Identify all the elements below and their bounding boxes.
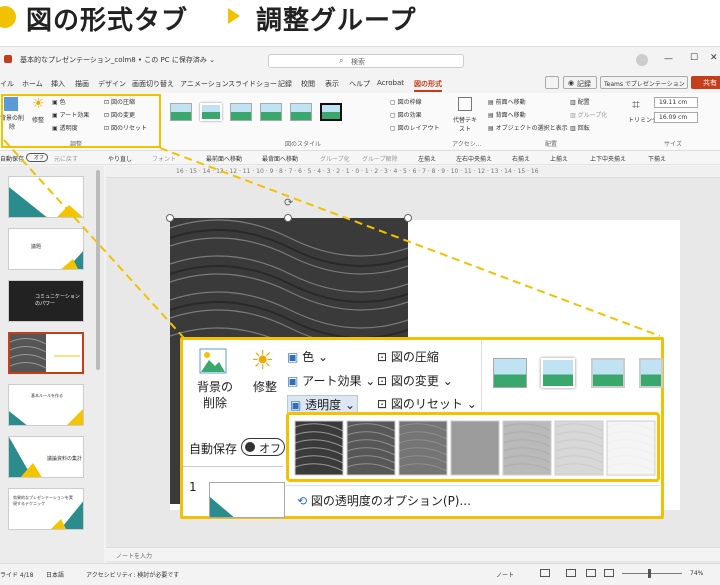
transparency-swatch[interactable] [346,420,396,476]
reset-label: 図のリセット [390,397,463,411]
transparency-icon: ▣ [290,398,302,412]
slide-number: 1 [189,480,197,494]
zoomed-adjust-group-callout: 背景の 削除 ☀ 修整 ▣ 色 ⌄ ▣ アート効果 ⌄ ▣ 透明度 ⌄ ⊡ 図の… [180,337,664,519]
transparency-options-label: 図の透明度のオプション(P)... [310,494,471,508]
transparency-swatch[interactable] [606,420,656,476]
transparency-options-icon: ⟲ [297,494,308,508]
change-icon: ⊡ [377,374,388,388]
transparency-gallery [286,412,660,482]
transparency-swatch[interactable] [502,420,552,476]
transparency-swatch[interactable] [554,420,604,476]
art-icon: ▣ [287,374,299,388]
autosave-label: 自動保存 [189,442,238,456]
autosave-toggle[interactable]: オフ [241,438,285,456]
reset-icon: ⊡ [377,397,388,411]
transparency-options-item[interactable]: ⟲ 図の透明度のオプション(P)... [297,492,471,509]
compress-button[interactable]: ⊡ 図の圧縮 [377,348,439,365]
transparency-swatch[interactable] [398,420,448,476]
transparency-label: 透明度 [305,398,342,412]
slide-thumbnail-preview[interactable] [209,482,285,518]
style-item[interactable] [541,358,575,388]
autosave-state: オフ [259,442,281,455]
remove-background-label-1[interactable]: 背景の [197,378,233,395]
change-label: 図の変更 [390,374,439,388]
art-label: アート効果 [302,374,362,388]
remove-background-icon[interactable] [199,348,227,374]
compress-icon: ⊡ [377,350,388,364]
remove-bg-graphic [199,348,227,374]
change-picture-button[interactable]: ⊡ 図の変更 ⌄ [377,372,453,389]
art-effects-button[interactable]: ▣ アート効果 ⌄ [287,372,375,389]
style-item[interactable] [493,358,527,388]
correct-icon[interactable]: ☀ [251,346,274,376]
transparency-swatches [294,420,656,476]
transparency-swatch[interactable] [450,420,500,476]
style-item[interactable] [591,358,625,388]
thumb-decor [210,497,234,517]
reset-picture-button[interactable]: ⊡ 図のリセット ⌄ [377,395,477,412]
remove-background-label-2[interactable]: 削除 [203,394,227,411]
color-button[interactable]: ▣ 色 ⌄ [287,348,328,365]
divider [286,485,660,486]
style-item[interactable] [639,358,663,388]
toggle-knob [245,442,255,452]
transparency-swatch[interactable] [294,420,344,476]
correct-label[interactable]: 修整 [253,378,277,395]
color-icon: ▣ [287,350,299,364]
color-label: 色 [302,350,315,364]
divider [481,340,482,410]
compress-label: 図の圧縮 [390,350,439,364]
divider [183,466,283,467]
